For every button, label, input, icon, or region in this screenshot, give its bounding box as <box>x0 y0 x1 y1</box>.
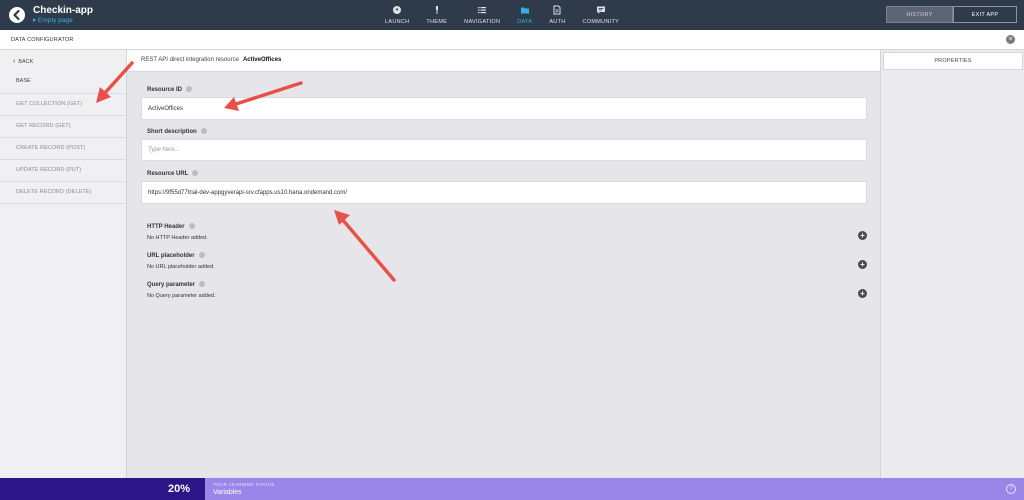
url-placeholder-label: URL placeholder <box>147 252 205 259</box>
brush-icon <box>435 6 438 14</box>
close-icon[interactable]: × <box>1006 35 1015 44</box>
nav-community-label: COMMUNITY <box>582 19 620 25</box>
page-name: Empty page <box>38 17 73 24</box>
learning-status-bar[interactable]: 20% YOUR LEARNING STATUS Variables ? <box>0 478 1024 500</box>
query-parameter-label: Query parameter <box>147 281 206 288</box>
chat-icon <box>596 6 605 14</box>
properties-panel: PROPERTIES <box>880 50 1024 478</box>
learning-percent: 20% <box>168 483 191 495</box>
nav-data-label: DATA <box>517 19 533 25</box>
folder-icon <box>520 7 529 14</box>
add-url-placeholder-button[interactable]: + <box>858 260 867 269</box>
nav-launch-label: LAUNCH <box>385 19 410 25</box>
resource-id-input[interactable]: ActiveOffices <box>141 97 867 120</box>
configurator-title: DATA CONFIGURATOR <box>11 37 74 43</box>
help-icon[interactable] <box>200 128 207 134</box>
nav-theme[interactable]: THEME <box>426 0 447 30</box>
help-icon[interactable] <box>188 223 195 229</box>
document-icon <box>553 5 561 15</box>
resource-url-input[interactable]: https://9f55d77trial-dev-appgyverapi-srv… <box>141 181 867 204</box>
nav-community[interactable]: COMMUNITY <box>583 0 620 30</box>
back-label: BACK <box>18 59 34 65</box>
help-icon[interactable] <box>198 252 205 258</box>
add-query-parameter-button[interactable]: + <box>858 289 867 298</box>
sidebar-item-get-record[interactable]: GET RECORD (GET) <box>0 116 126 138</box>
url-placeholder-value: No URL placeholder added. <box>147 264 215 270</box>
learning-status-value: Variables <box>213 489 242 496</box>
configurator-header: DATA CONFIGURATOR × <box>0 30 1024 50</box>
page-selector[interactable]: Empty page <box>33 17 73 24</box>
resource-name: ActiveOffices <box>242 57 282 63</box>
resource-id-label: Resource ID <box>147 86 193 93</box>
query-parameter-value: No Query parameter added. <box>147 293 216 299</box>
sidebar-item-create-record[interactable]: CREATE RECORD (POST) <box>0 138 126 160</box>
resource-url-label: Resource URL <box>147 170 199 177</box>
short-description-label: Short description <box>147 128 207 135</box>
add-http-header-button[interactable]: + <box>858 231 867 240</box>
help-icon[interactable] <box>199 281 206 287</box>
list-icon <box>478 7 487 14</box>
sidebar-item-get-collection[interactable]: GET COLLECTION (GET) <box>0 94 126 116</box>
main-panel: REST API direct integration resource Acti… <box>127 50 880 478</box>
nav-theme-label: THEME <box>426 19 448 25</box>
nav-launch[interactable]: LAUNCH <box>385 0 409 30</box>
help-icon[interactable] <box>192 170 199 176</box>
sidebar-item-update-record[interactable]: UPDATE RECORD (PUT) <box>0 160 126 182</box>
sidebar-item-delete-record[interactable]: DELETE RECORD (DELETE) <box>0 182 126 204</box>
rocket-icon <box>393 6 402 14</box>
app-title: Checkin-app <box>33 5 94 16</box>
resource-header-text: REST API direct integration resource Acti… <box>141 57 281 63</box>
nav-auth[interactable]: AUTH <box>549 0 565 30</box>
short-description-input[interactable]: Type here... <box>141 139 867 161</box>
properties-title: PROPERTIES <box>883 52 1023 70</box>
nav-navigation-label: NAVIGATION <box>464 19 501 25</box>
caret-right-icon <box>33 18 36 22</box>
history-button[interactable]: HISTORY <box>886 6 953 23</box>
help-icon[interactable] <box>186 86 193 92</box>
resource-header: REST API direct integration resource Acti… <box>127 50 880 72</box>
nav-auth-label: AUTH <box>549 19 566 25</box>
sidebar-item-base[interactable]: BASE <box>0 72 126 94</box>
http-header-label: HTTP Header <box>147 223 195 230</box>
back-button[interactable]: ‹ BACK <box>13 58 33 65</box>
http-header-value: No HTTP Header added. <box>147 235 208 241</box>
exit-app-button[interactable]: EXIT APP <box>953 6 1017 23</box>
sidebar: ‹ BACK BASE GET COLLECTION (GET) GET RECO… <box>0 50 127 478</box>
top-bar: Checkin-app Empty page LAUNCH THEME NAVI… <box>0 0 1024 30</box>
sidebar-list: GET COLLECTION (GET) GET RECORD (GET) CR… <box>0 94 126 204</box>
resource-type: REST API direct integration resource <box>141 57 239 63</box>
learning-status-label: YOUR LEARNING STATUS <box>213 482 275 487</box>
main-nav: LAUNCH THEME NAVIGATION DATA AUTH COMMUN… <box>385 0 636 30</box>
chevron-left-icon: ‹ <box>13 58 16 65</box>
nav-navigation[interactable]: NAVIGATION <box>464 0 500 30</box>
nav-data[interactable]: DATA <box>517 0 532 30</box>
app-logo-icon[interactable] <box>9 7 25 23</box>
help-icon[interactable]: ? <box>1006 484 1016 494</box>
